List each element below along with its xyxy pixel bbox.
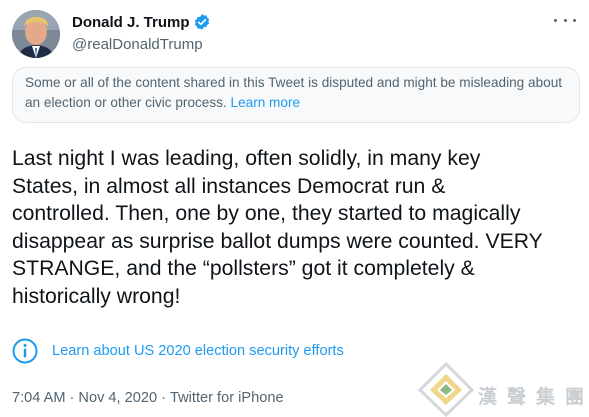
tweet-text: Last night I was leading, often solidly,…: [12, 147, 543, 308]
tweet-time[interactable]: 7:04 AM: [12, 390, 66, 406]
disputed-content-notice: Some or all of the content shared in thi…: [12, 67, 580, 123]
notice-learn-more-link[interactable]: Learn more: [231, 95, 301, 110]
more-dots-icon[interactable]: [554, 10, 576, 30]
meta-separator: ·: [69, 390, 75, 406]
display-name-row: Donald J. Trump: [72, 12, 211, 32]
tweet-card: Donald J. Trump @realDonaldTrump Some or…: [0, 0, 589, 417]
watermark-logo-icon: [418, 362, 474, 417]
tweet-source[interactable]: Twitter for iPhone: [170, 390, 284, 406]
watermark: 漢聲集團: [418, 362, 589, 417]
verified-badge-icon: [193, 13, 211, 31]
info-circle-icon: [12, 338, 38, 364]
tweet-header: Donald J. Trump @realDonaldTrump: [12, 8, 580, 58]
meta-separator: ·: [161, 390, 166, 406]
tweet-meta: 7:04 AM · Nov 4, 2020 · Twitter for iPhone: [12, 390, 284, 406]
tweet-date[interactable]: Nov 4, 2020: [78, 390, 157, 406]
election-security-link[interactable]: Learn about US 2020 election security ef…: [52, 343, 344, 359]
avatar[interactable]: [12, 10, 60, 58]
election-info-row[interactable]: Learn about US 2020 election security ef…: [12, 336, 344, 366]
watermark-text: 漢聲集團: [478, 386, 589, 408]
display-name[interactable]: Donald J. Trump: [72, 14, 190, 31]
author-handle[interactable]: @realDonaldTrump: [72, 36, 211, 53]
author-names: Donald J. Trump @realDonaldTrump: [72, 12, 211, 53]
